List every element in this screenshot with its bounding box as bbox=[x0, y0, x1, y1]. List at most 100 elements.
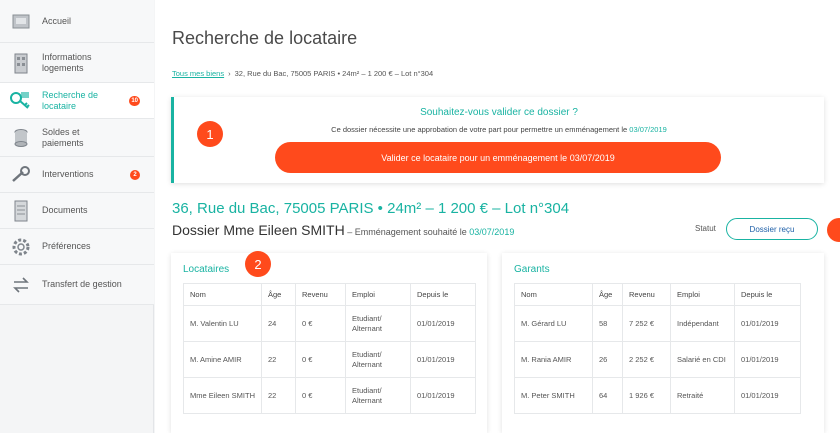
sidebar-item-preferences[interactable]: Préférences bbox=[0, 229, 154, 265]
dossier-name: Dossier Mme Eileen SMITH bbox=[172, 222, 345, 238]
guarantors-card: Garants Nom Âge Revenu Emploi Depuis le … bbox=[502, 253, 824, 433]
table-row[interactable]: M. Rania AMIR 26 2 252 € Salarié en CDI … bbox=[514, 341, 801, 378]
sidebar-item-interventions[interactable]: Interventions 2 bbox=[0, 157, 154, 193]
notification-badge: 2 bbox=[130, 170, 140, 180]
step-marker-2: 2 bbox=[245, 251, 271, 277]
cell-job: Etudiant/ Alternant bbox=[345, 305, 411, 342]
cell-income: 1 926 € bbox=[622, 377, 671, 414]
cell-name: M. Rania AMIR bbox=[514, 341, 593, 378]
table-row[interactable]: M. Peter SMITH 64 1 926 € Retraité 01/01… bbox=[514, 377, 801, 414]
cell-income: 0 € bbox=[295, 305, 346, 342]
cell-age: 58 bbox=[592, 305, 623, 342]
tenants-table: Nom Âge Revenu Emploi Depuis le M. Valen… bbox=[183, 283, 476, 414]
table-header-row: Nom Âge Revenu Emploi Depuis le bbox=[514, 283, 801, 306]
validate-tenant-button[interactable]: Valider ce locataire pour un emménagemen… bbox=[275, 142, 721, 173]
status-button[interactable]: Dossier reçu bbox=[726, 218, 818, 240]
column-header: Revenu bbox=[295, 283, 346, 306]
page-title: Recherche de locataire bbox=[172, 28, 358, 48]
sidebar-item-recherche[interactable]: Recherche de locataire 10 bbox=[0, 83, 154, 119]
table-row[interactable]: M. Amine AMIR 22 0 € Etudiant/ Alternant… bbox=[183, 341, 476, 378]
key-icon bbox=[0, 90, 42, 112]
cell-job: Salarié en CDI bbox=[670, 341, 735, 378]
property-address: 36, Rue du Bac, 75005 PARIS • 24m² – 1 2… bbox=[172, 200, 570, 217]
sidebar-item-label: Préférences bbox=[42, 241, 91, 251]
building-icon bbox=[0, 52, 42, 74]
wrench-icon bbox=[0, 165, 42, 184]
cell-age: 64 bbox=[592, 377, 623, 414]
cell-name: M. Valentin LU bbox=[183, 305, 262, 342]
gear-icon bbox=[0, 237, 42, 257]
breadcrumb: Tous mes biens › 32, Rue du Bac, 75005 P… bbox=[172, 69, 433, 78]
validation-alert: Souhaitez-vous valider ce dossier ? Ce d… bbox=[171, 97, 824, 183]
column-header: Emploi bbox=[345, 283, 411, 306]
coins-icon bbox=[0, 127, 42, 149]
sidebar-item-label: Accueil bbox=[42, 15, 72, 26]
cell-job: Etudiant/ Alternant bbox=[345, 341, 411, 378]
status-label: Statut bbox=[695, 224, 716, 233]
breadcrumb-current: 32, Rue du Bac, 75005 PARIS • 24m² – 1 2… bbox=[234, 69, 434, 78]
step-marker-1: 1 bbox=[197, 121, 223, 147]
sidebar-item-label: Transfert de gestion bbox=[42, 279, 122, 289]
cell-since: 01/01/2019 bbox=[410, 377, 476, 414]
home-icon bbox=[0, 12, 42, 30]
cell-job: Indépendant bbox=[670, 305, 735, 342]
move-in-label: – Emménagement souhaité le bbox=[344, 227, 470, 237]
transfer-icon bbox=[0, 276, 42, 294]
cell-income: 0 € bbox=[295, 341, 346, 378]
cell-name: Mme Eileen SMITH bbox=[183, 377, 262, 414]
sidebar-item-transfert[interactable]: Transfert de gestion bbox=[0, 265, 154, 305]
sidebar-item-soldes[interactable]: Soldes et paiements bbox=[0, 119, 154, 157]
sidebar-item-label: Documents bbox=[42, 205, 88, 215]
table-row[interactable]: M. Valentin LU 24 0 € Etudiant/ Alternan… bbox=[183, 305, 476, 342]
cell-since: 01/01/2019 bbox=[734, 341, 801, 378]
cell-name: M. Peter SMITH bbox=[514, 377, 593, 414]
cell-age: 26 bbox=[592, 341, 623, 378]
alert-text: Ce dossier nécessite une approbation de … bbox=[174, 125, 824, 134]
column-header: Âge bbox=[261, 283, 296, 306]
cell-income: 0 € bbox=[295, 377, 346, 414]
column-header: Revenu bbox=[622, 283, 671, 306]
sidebar-item-label: Interventions bbox=[42, 169, 94, 179]
cell-age: 22 bbox=[261, 341, 296, 378]
cell-name: M. Gérard LU bbox=[514, 305, 593, 342]
guarantors-title: Garants bbox=[514, 264, 550, 275]
cell-age: 22 bbox=[261, 377, 296, 414]
alert-title: Souhaitez-vous valider ce dossier ? bbox=[420, 107, 578, 118]
column-header: Âge bbox=[592, 283, 623, 306]
main-content: Recherche de locataire Tous mes biens › … bbox=[155, 0, 840, 433]
move-in-info: – Emménagement souhaité le 03/07/2019 bbox=[344, 227, 515, 237]
chevron-right-icon: › bbox=[228, 69, 231, 78]
cell-name: M. Amine AMIR bbox=[183, 341, 262, 378]
sidebar: Accueil Informations logements Recherche… bbox=[0, 0, 154, 433]
column-header: Emploi bbox=[670, 283, 735, 306]
cell-job: Etudiant/ Alternant bbox=[345, 377, 411, 414]
cell-income: 2 252 € bbox=[622, 341, 671, 378]
notification-badge: 10 bbox=[129, 96, 140, 106]
sidebar-item-documents[interactable]: Documents bbox=[0, 193, 154, 229]
alert-message: Ce dossier nécessite une approbation de … bbox=[331, 125, 628, 134]
sidebar-item-label: Recherche de locataire bbox=[42, 89, 99, 111]
tenants-title: Locataires bbox=[183, 264, 230, 275]
cell-since: 01/01/2019 bbox=[734, 305, 801, 342]
column-header: Depuis le bbox=[410, 283, 476, 306]
column-header: Depuis le bbox=[734, 283, 801, 306]
sidebar-item-accueil[interactable]: Accueil bbox=[0, 0, 154, 43]
cell-since: 01/01/2019 bbox=[734, 377, 801, 414]
column-header: Nom bbox=[514, 283, 593, 306]
table-header-row: Nom Âge Revenu Emploi Depuis le bbox=[183, 283, 476, 306]
document-icon bbox=[0, 200, 42, 222]
sidebar-item-label: Informations logements bbox=[42, 51, 92, 73]
table-row[interactable]: M. Gérard LU 58 7 252 € Indépendant 01/0… bbox=[514, 305, 801, 342]
alert-date: 03/07/2019 bbox=[629, 125, 667, 134]
tenants-card: Locataires Nom Âge Revenu Emploi Depuis … bbox=[171, 253, 487, 433]
sidebar-item-informations[interactable]: Informations logements bbox=[0, 43, 154, 83]
cell-since: 01/01/2019 bbox=[410, 305, 476, 342]
move-in-date: 03/07/2019 bbox=[469, 227, 515, 237]
step-marker-3 bbox=[827, 218, 840, 242]
cell-age: 24 bbox=[261, 305, 296, 342]
guarantors-table: Nom Âge Revenu Emploi Depuis le M. Gérar… bbox=[514, 283, 801, 414]
table-row[interactable]: Mme Eileen SMITH 22 0 € Etudiant/ Altern… bbox=[183, 377, 476, 414]
breadcrumb-link-all-properties[interactable]: Tous mes biens bbox=[172, 69, 224, 78]
dossier-title: Dossier Mme Eileen SMITH – Emménagement … bbox=[172, 222, 514, 238]
column-header: Nom bbox=[183, 283, 262, 306]
